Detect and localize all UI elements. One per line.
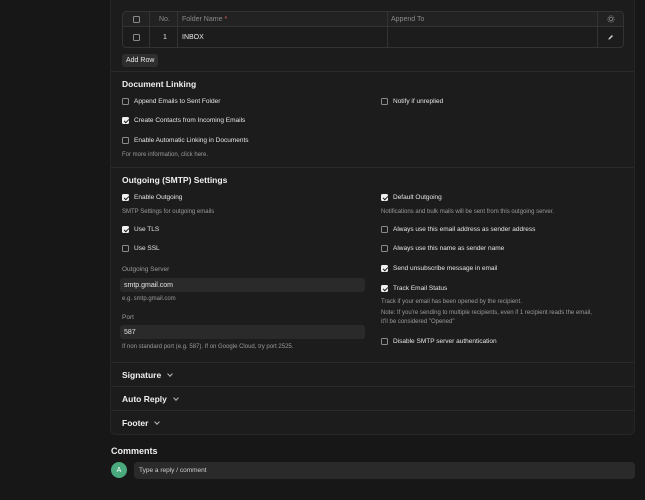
section-title-document-linking: Document Linking xyxy=(122,79,197,89)
column-header-append-to: Append To xyxy=(391,15,425,23)
section-title-smtp: Outgoing (SMTP) Settings xyxy=(122,175,228,185)
imap-folder-table: No. Folder Name * Append To 1 INBOX xyxy=(122,11,624,48)
chevron-down-icon xyxy=(173,394,179,401)
outgoing-server-label: Outgoing Server xyxy=(122,266,170,273)
table-row[interactable]: 1 INBOX xyxy=(123,27,623,47)
outgoing-server-input[interactable]: smtp.gmail.com xyxy=(120,278,365,292)
enable-outgoing-help: SMTP Settings for outgoing emails xyxy=(122,209,215,215)
always-email-checkbox[interactable]: Always use this email address as sender … xyxy=(381,226,535,233)
column-header-folder-name: Folder Name * xyxy=(182,15,228,23)
default-outgoing-checkbox[interactable]: Default Outgoing xyxy=(381,194,442,201)
track-email-help: Track if your email has been opened by t… xyxy=(381,299,592,325)
track-email-status-checkbox[interactable]: Track Email Status xyxy=(381,285,447,292)
use-ssl-checkbox[interactable]: Use SSL xyxy=(122,245,160,252)
send-unsubscribe-checkbox[interactable]: Send unsubscribe message in email xyxy=(381,265,497,272)
settings-card xyxy=(110,0,635,435)
always-name-checkbox[interactable]: Always use this name as sender name xyxy=(381,245,504,252)
divider xyxy=(111,362,634,363)
append-sent-checkbox[interactable]: Append Emails to Sent Folder xyxy=(122,98,220,105)
row-checkbox[interactable] xyxy=(133,34,140,41)
more-info-link[interactable]: For more information, click here. xyxy=(122,151,208,160)
port-help: If non standard port (e.g. 587). If on G… xyxy=(122,344,294,350)
section-auto-reply[interactable]: Auto Reply xyxy=(122,394,179,404)
divider xyxy=(111,386,634,387)
notify-unreplied-checkbox[interactable]: Notify if unreplied xyxy=(381,98,443,105)
auto-linking-checkbox[interactable]: Enable Automatic Linking in Documents xyxy=(122,137,249,144)
settings-gear-icon[interactable] xyxy=(607,12,615,26)
create-contacts-checkbox[interactable]: Create Contacts from Incoming Emails xyxy=(122,117,245,124)
divider xyxy=(111,410,634,411)
comments-title: Comments xyxy=(111,446,158,456)
edit-row-pencil-icon[interactable] xyxy=(607,27,614,47)
row-no: 1 xyxy=(163,34,167,41)
column-header-no: No. xyxy=(159,15,170,23)
select-all-checkbox[interactable] xyxy=(133,15,140,23)
table-header: No. Folder Name * Append To xyxy=(123,12,623,27)
user-avatar: A xyxy=(111,462,127,478)
divider xyxy=(111,71,634,72)
section-signature[interactable]: Signature xyxy=(122,370,174,380)
add-row-button[interactable]: Add Row xyxy=(122,54,159,67)
divider xyxy=(111,167,634,168)
disable-smtp-auth-checkbox[interactable]: Disable SMTP server authentication xyxy=(381,338,497,345)
section-footer[interactable]: Footer xyxy=(122,418,161,428)
port-input[interactable]: 587 xyxy=(120,325,365,339)
enable-outgoing-checkbox[interactable]: Enable Outgoing xyxy=(122,194,182,201)
chevron-down-icon xyxy=(167,370,174,377)
row-folder-name[interactable]: INBOX xyxy=(182,27,204,47)
port-label: Port xyxy=(122,314,134,321)
chevron-down-icon xyxy=(154,418,161,425)
default-outgoing-help: Notifications and bulk mails will be sen… xyxy=(381,209,555,215)
outgoing-server-help: e.g. smtp.gmail.com xyxy=(122,296,176,302)
use-tls-checkbox[interactable]: Use TLS xyxy=(122,226,159,233)
comment-input[interactable]: Type a reply / comment xyxy=(134,462,635,479)
